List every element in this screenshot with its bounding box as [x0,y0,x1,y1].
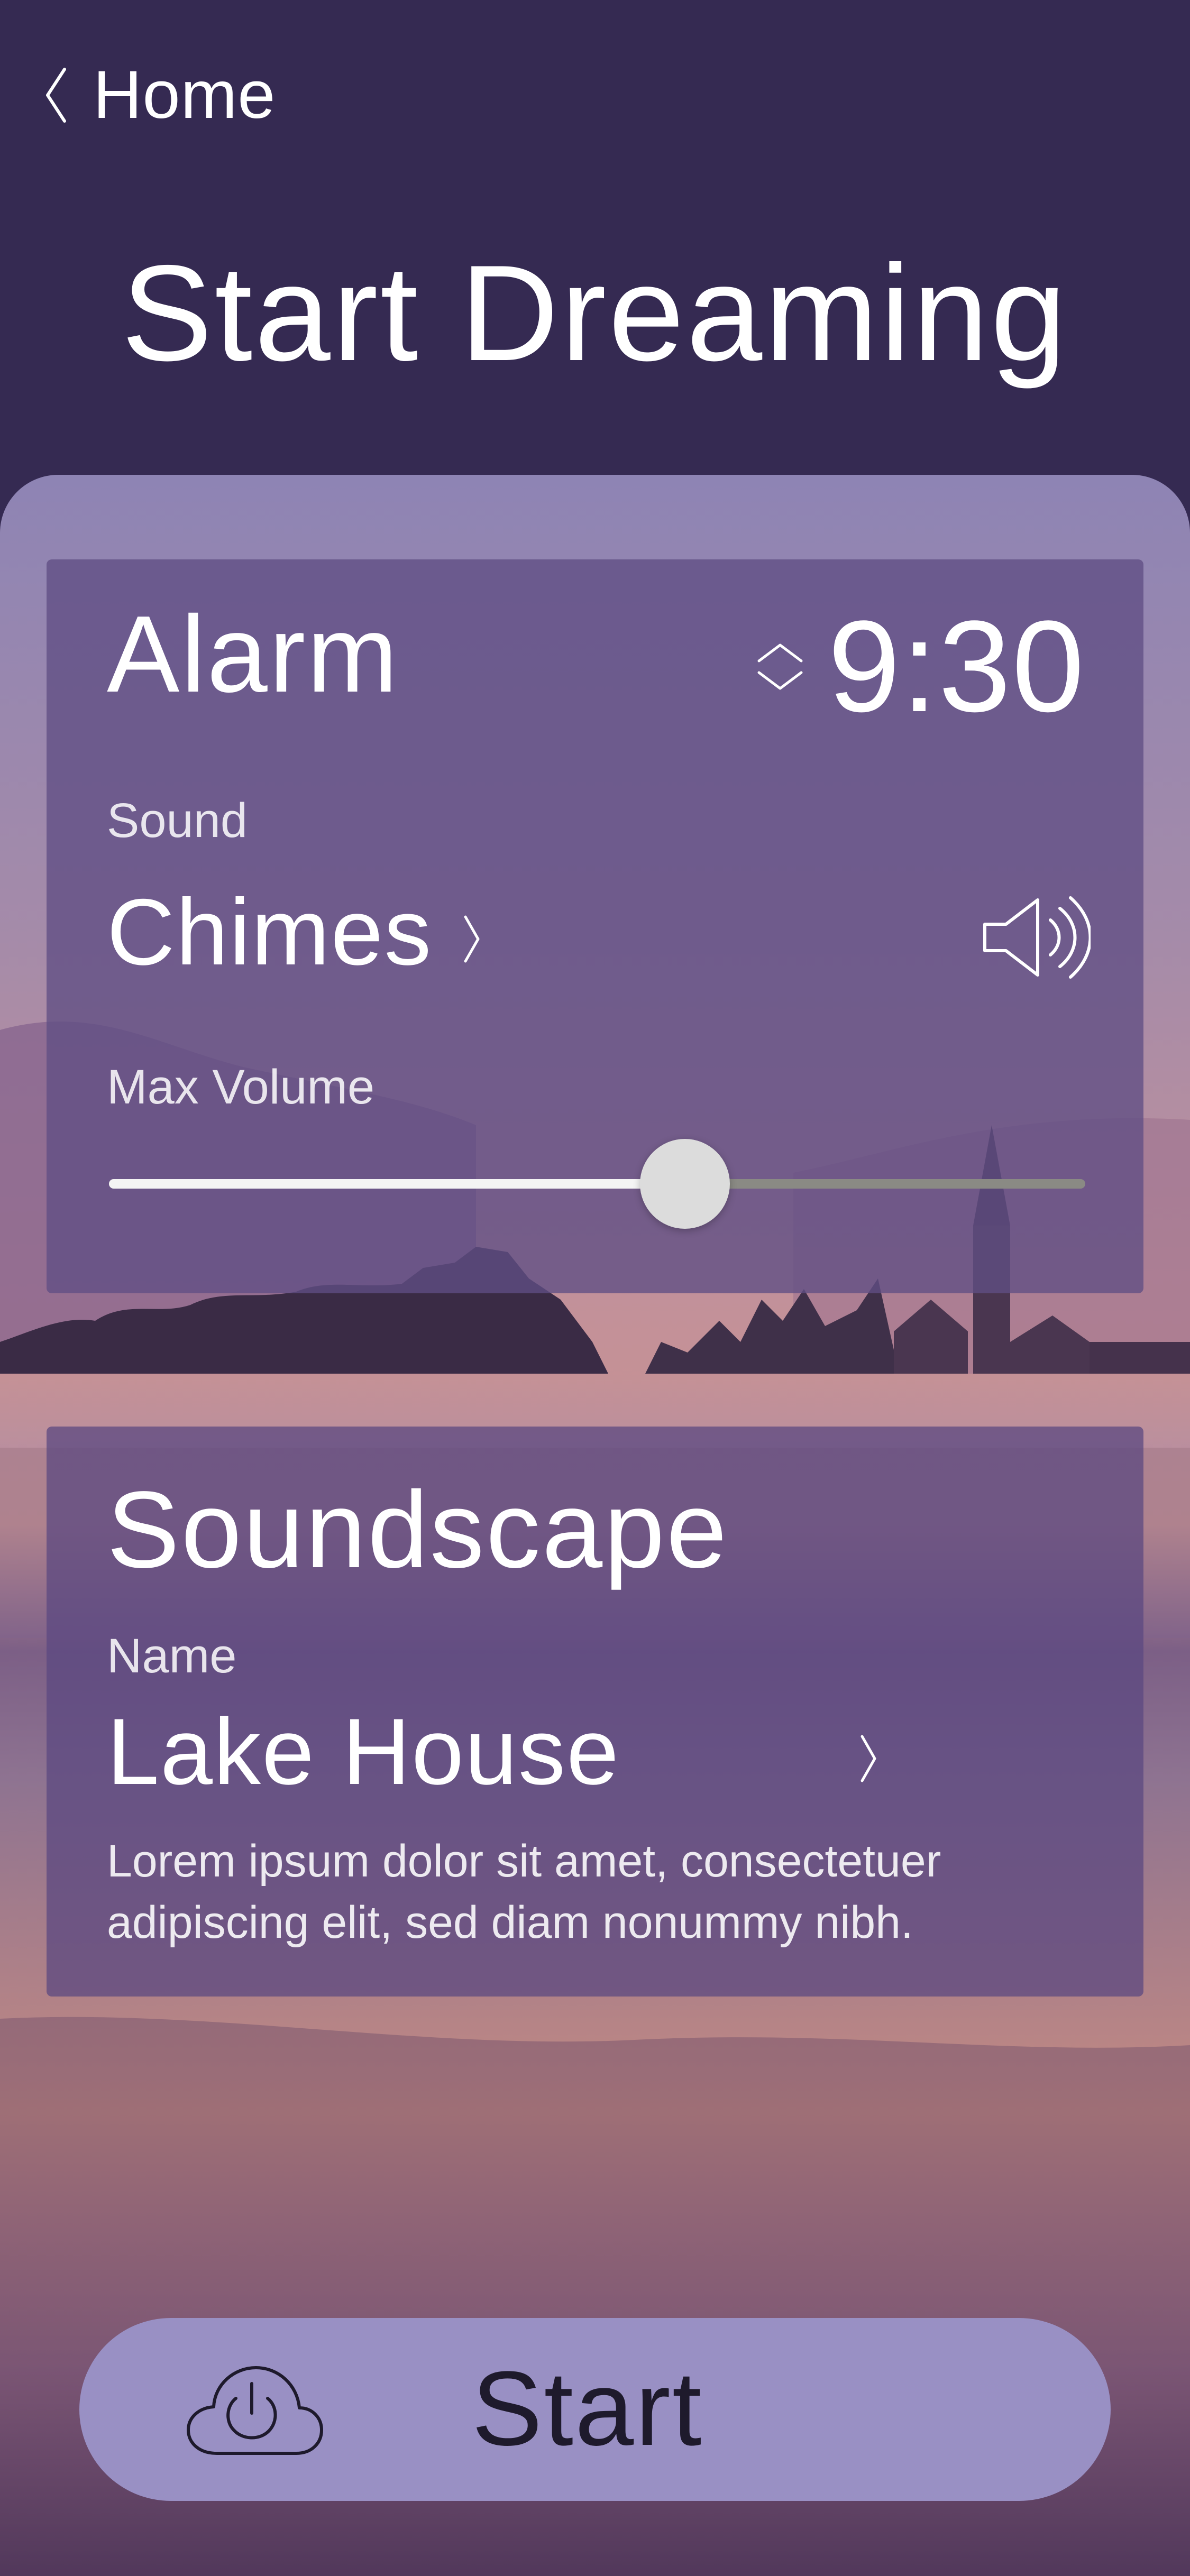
page-title: Start Dreaming [121,236,1069,389]
max-volume-slider[interactable] [109,1139,1085,1229]
slider-thumb[interactable] [640,1139,730,1229]
chevron-right-icon [861,1735,876,1782]
soundscape-heading: Soundscape [107,1469,729,1590]
soundscape-name-label: Name [107,1629,237,1683]
soundscape-name-value: Lake House [107,1699,620,1804]
back-button[interactable]: Home [43,56,276,135]
speaker-volume-icon[interactable] [980,893,1091,982]
sound-value: Chimes [107,879,433,985]
up-down-chevron-icon [757,643,803,690]
start-label: Start [472,2350,703,2468]
soundscape-card: Soundscape Name Lake House Lorem ipsum d… [47,1427,1143,1997]
chevron-left-icon [46,68,66,123]
slider-fill [109,1179,685,1189]
sound-selector[interactable]: Chimes [47,877,946,993]
alarm-time-picker[interactable]: 9:30 [756,602,1085,732]
cloud-power-icon [187,2366,323,2455]
chevron-right-icon [464,915,480,963]
soundscape-description: Lorem ipsum dolor sit amet, consectetuer… [107,1836,941,1948]
start-button[interactable]: Start [79,2318,1111,2501]
screen: Home Start Dreaming Alarm 9:30 Sound Chi… [0,0,1190,2576]
soundscape-selector[interactable]: Lake House [47,1691,946,1804]
back-label: Home [93,57,276,133]
alarm-heading: Alarm [107,593,399,715]
alarm-time: 9:30 [828,594,1085,739]
alarm-card: Alarm 9:30 Sound Chimes Max Volume [47,559,1143,1293]
max-volume-label: Max Volume [107,1060,375,1114]
sound-label: Sound [107,794,248,848]
